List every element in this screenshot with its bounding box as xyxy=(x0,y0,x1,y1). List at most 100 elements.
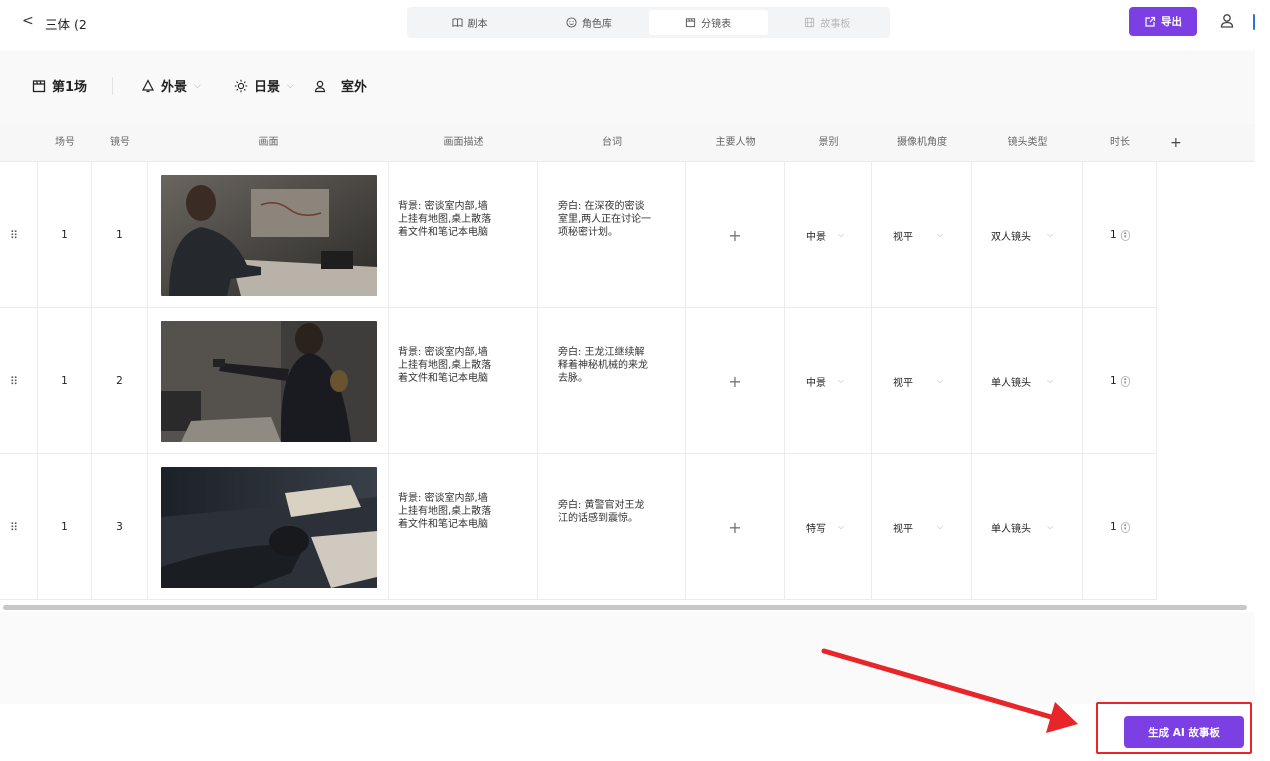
drag-handle-icon[interactable]: ⠿ xyxy=(10,229,18,242)
generate-ai-storyboard-button[interactable]: 生成 AI 故事板 xyxy=(1124,716,1244,748)
camera-angle-value: 视平 xyxy=(893,231,913,243)
drag-handle-icon[interactable]: ⠿ xyxy=(10,375,18,388)
lens-type-value: 双人镜头 xyxy=(991,231,1031,243)
chevron-down-icon: ⌵ xyxy=(937,522,944,531)
frame-cell xyxy=(148,162,389,308)
scene-no-cell: 1 xyxy=(38,308,92,454)
chevron-down-icon: ⌵ xyxy=(937,376,944,385)
camera-angle-select[interactable]: 视平 ⌵ xyxy=(893,454,943,600)
scene-no-cell: 1 xyxy=(38,162,92,308)
add-column-button[interactable]: + xyxy=(1170,135,1182,151)
scene-header: 第1场 外景 ⌵ 日景 ⌵ 室外 xyxy=(0,50,1255,124)
add-character-button[interactable]: + xyxy=(722,222,748,248)
top-bar: < 三体 (2 剧本 角色库 分镜表 故事板 导出 xyxy=(0,0,1270,44)
chevron-down-icon: ⌵ xyxy=(838,376,845,385)
column-header-dialogue: 台词 xyxy=(602,137,622,148)
shot-table: 场号 镜号 画面 画面描述 台词 主要人物 景别 摄像机角度 镜头类型 时长 +… xyxy=(0,124,1255,604)
chevron-down-icon: ⌵ xyxy=(194,80,201,91)
tab-label: 角色库 xyxy=(581,19,612,30)
tab-storyboard[interactable]: 故事板 xyxy=(768,10,887,35)
chevron-down-icon: ⌵ xyxy=(838,230,845,239)
stepper-icon[interactable]: ▴ ▾ xyxy=(1120,229,1130,241)
shot-size-select[interactable]: 中景 ⌵ xyxy=(806,162,844,308)
tab-label: 剧本 xyxy=(467,19,488,30)
exterior-select[interactable]: 外景 ⌵ xyxy=(141,76,201,95)
film-icon xyxy=(805,17,815,28)
horizontal-scrollbar[interactable] xyxy=(3,605,1247,610)
stepper-icon[interactable]: ▴ ▾ xyxy=(1120,521,1130,533)
stepper-icon[interactable]: ▴ ▾ xyxy=(1120,375,1130,387)
shot-no-cell: 1 xyxy=(92,162,148,308)
dialogue-text: 旁白: 王龙江继续解 释着神秘机械的来龙 去脉。 xyxy=(558,347,648,384)
duration-value: 1 xyxy=(1110,229,1117,241)
sun-icon xyxy=(234,79,248,92)
duration-input[interactable]: 1 ▴ ▾ xyxy=(1110,308,1130,454)
scene-number: 第1场 xyxy=(32,76,87,95)
column-header-description: 画面描述 xyxy=(443,137,484,148)
export-icon xyxy=(1145,16,1156,27)
lens-type-select[interactable]: 单人镜头 ⌵ xyxy=(991,454,1053,600)
divider xyxy=(112,77,113,95)
shot-size-value: 中景 xyxy=(806,231,826,243)
time-select[interactable]: 日景 ⌵ xyxy=(234,76,294,95)
frame-thumbnail[interactable] xyxy=(161,175,377,296)
camera-angle-select[interactable]: 视平 ⌵ xyxy=(893,308,943,454)
lens-type-select[interactable]: 单人镜头 ⌵ xyxy=(991,308,1053,454)
shot-size-select[interactable]: 特写 ⌵ xyxy=(806,454,844,600)
column-header-scene-no: 场号 xyxy=(55,137,75,148)
duration-input[interactable]: 1 ▴ ▾ xyxy=(1110,162,1130,308)
add-character-button[interactable]: + xyxy=(722,368,748,394)
location-person-icon xyxy=(314,80,326,92)
lens-type-select[interactable]: 双人镜头 ⌵ xyxy=(991,162,1053,308)
time-label: 日景 xyxy=(254,80,281,95)
smile-icon xyxy=(566,17,577,28)
chevron-down-icon: ⌵ xyxy=(287,80,294,91)
chevron-down-icon: ⌵ xyxy=(1047,230,1054,239)
scene-no-cell: 1 xyxy=(38,454,92,600)
view-tabs: 剧本 角色库 分镜表 故事板 xyxy=(407,7,890,38)
column-header-duration: 时长 xyxy=(1110,137,1130,148)
back-chevron-icon[interactable]: < xyxy=(22,13,34,29)
shot-no-cell: 2 xyxy=(92,308,148,454)
dialogue-text: 旁白: 黄警官对王龙 江的话感到震惊。 xyxy=(558,500,645,524)
description-text: 背景: 密谈室内部,墙 上挂有地图,桌上散落 着文件和笔记本电脑 xyxy=(398,347,492,384)
project-title: 三体 (2 xyxy=(45,17,87,32)
camera-angle-value: 视平 xyxy=(893,523,913,535)
drag-handle-icon[interactable]: ⠿ xyxy=(10,521,18,534)
shot-no-cell: 3 xyxy=(92,454,148,600)
tab-character-library[interactable]: 角色库 xyxy=(529,10,648,35)
table-row: ⠿ 1 1 背景: 密谈室内部,墙 上挂有地图,桌上散落 着文件和笔记本电脑 旁… xyxy=(0,162,1157,308)
tab-shot-list[interactable]: 分镜表 xyxy=(648,10,768,35)
chevron-down-icon: ⌵ xyxy=(1047,522,1054,531)
tab-label: 分镜表 xyxy=(701,19,732,30)
frame-thumbnail[interactable] xyxy=(161,467,377,588)
chevron-down-icon: ⌵ xyxy=(937,230,944,239)
user-icon[interactable] xyxy=(1218,12,1236,30)
export-label: 导出 xyxy=(1161,16,1182,28)
shot-size-select[interactable]: 中景 ⌵ xyxy=(806,308,844,454)
column-header-shot-size: 景别 xyxy=(818,137,839,148)
scroll-indicator xyxy=(1253,14,1255,30)
column-header-shot-no: 镜号 xyxy=(110,137,130,148)
chevron-down-icon: ⌵ xyxy=(838,522,845,531)
table-header: 场号 镜号 画面 画面描述 台词 主要人物 景别 摄像机角度 镜头类型 时长 + xyxy=(0,124,1255,162)
shot-size-value: 特写 xyxy=(806,523,826,535)
add-character-button[interactable]: + xyxy=(722,514,748,540)
clapperboard-icon xyxy=(32,79,46,92)
frame-thumbnail[interactable] xyxy=(161,321,377,442)
table-row: ⠿ 1 3 背景: 密谈室内部,墙 上挂有地图,桌上散落 着文件和笔记本电脑 旁… xyxy=(0,454,1157,600)
clapperboard-icon xyxy=(686,18,696,28)
bell-icon xyxy=(142,78,154,92)
frame-cell xyxy=(148,454,389,600)
tab-script[interactable]: 剧本 xyxy=(410,10,529,35)
tab-label: 故事板 xyxy=(820,19,851,30)
column-header-lens-type: 镜头类型 xyxy=(1007,137,1048,148)
export-button[interactable]: 导出 xyxy=(1129,7,1197,36)
column-header-characters: 主要人物 xyxy=(715,137,756,148)
camera-angle-value: 视平 xyxy=(893,377,913,389)
camera-angle-select[interactable]: 视平 ⌵ xyxy=(893,162,943,308)
duration-input[interactable]: 1 ▴ ▾ xyxy=(1110,454,1130,600)
location-select[interactable]: 室外 xyxy=(313,76,367,95)
column-header-frame: 画面 xyxy=(258,137,279,148)
chevron-down-icon: ⌵ xyxy=(1047,376,1054,385)
